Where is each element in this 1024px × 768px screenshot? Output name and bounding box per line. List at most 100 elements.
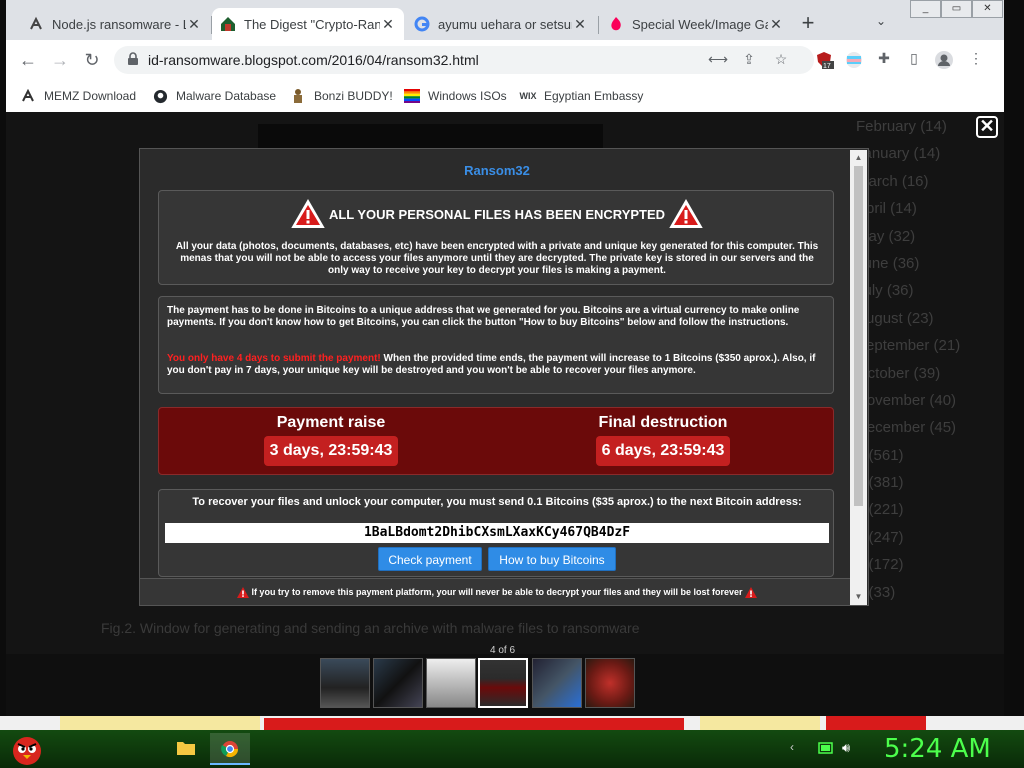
volume-icon[interactable]: 🔊︎ — [842, 740, 858, 756]
thumbnail-5[interactable] — [532, 658, 582, 708]
archive-item[interactable]: January (14) — [856, 145, 960, 172]
side-panel-icon[interactable]: ▯ — [904, 50, 924, 70]
window-close-button[interactable]: ✕ — [972, 0, 1003, 18]
how-to-buy-bitcoins-button[interactable]: How to buy Bitcoins — [488, 547, 616, 571]
tab-the-digest[interactable]: The Digest "Crypto-Ransom ✕ — [212, 8, 404, 40]
back-arrow-icon[interactable]: ← — [16, 48, 40, 72]
battery-tray-icon[interactable] — [818, 740, 834, 756]
new-tab-button[interactable]: + — [796, 12, 820, 36]
bookmark-label: Bonzi BUDDY! — [314, 89, 393, 103]
tray-chevron-icon[interactable]: ‹ — [790, 740, 806, 756]
bookmark-label: Malware Database — [176, 89, 277, 103]
archive-item[interactable]: November (40) — [856, 392, 960, 419]
thumbnail-6[interactable] — [585, 658, 635, 708]
thumbnail-1[interactable] — [320, 658, 370, 708]
scroll-down-arrow-icon[interactable]: ▼ — [850, 589, 867, 605]
removal-warning-footer: If you try to remove this payment platfo… — [140, 578, 854, 605]
archive-item[interactable]: 1 (172) — [856, 556, 960, 583]
scroll-up-arrow-icon[interactable]: ▲ — [850, 150, 867, 166]
archive-item[interactable]: July (36) — [856, 282, 960, 309]
blog-archive-list: February (14) January (14) March (16) Ap… — [856, 118, 960, 611]
archive-item[interactable]: 2 (33) — [856, 584, 960, 611]
rainbow-icon — [404, 88, 420, 104]
puzzle-extensions-icon[interactable]: ✚ — [874, 50, 894, 70]
bookmark-windows-isos[interactable]: Windows ISOs — [404, 86, 507, 106]
final-destruction-timer: Final destruction 6 days, 23:59:43 — [533, 414, 793, 466]
lightbox-close-button[interactable]: ✕ — [976, 116, 998, 138]
file-explorer-icon[interactable] — [176, 738, 196, 756]
start-button-angry-bird-icon[interactable] — [8, 731, 46, 767]
timer-value: 6 days, 23:59:43 — [595, 436, 731, 466]
close-icon[interactable]: ✕ — [186, 16, 202, 33]
bookmark-star-icon[interactable]: ☆ — [772, 51, 790, 69]
archive-item[interactable]: September (21) — [856, 337, 960, 364]
taskbar: ‹ 🔊︎ — [0, 730, 1024, 768]
avatar[interactable] — [934, 50, 954, 70]
browser-window: Node.js ransomware - LH ✕ The Digest "Cr… — [6, 0, 1004, 112]
minimize-button[interactable]: _ — [910, 0, 941, 18]
close-icon[interactable]: ✕ — [768, 16, 784, 33]
countdown-box: Payment raise 3 days, 23:59:43 Final des… — [158, 407, 834, 475]
wix-icon: WIX — [519, 91, 537, 101]
check-payment-button[interactable]: Check payment — [378, 547, 482, 571]
archive-item[interactable]: 3 (381) — [856, 474, 960, 501]
menu-kebab-icon[interactable]: ⋮ — [966, 50, 986, 70]
close-icon[interactable]: ✕ — [572, 16, 588, 33]
bookmark-bonzi-buddy[interactable]: Bonzi BUDDY! — [290, 86, 393, 106]
warning-icon — [669, 199, 703, 228]
taskbar-clock[interactable]: 5:24 AM — [884, 734, 991, 764]
bookmark-egyptian-embassy[interactable]: WIX Egyptian Embassy — [519, 86, 644, 106]
archive-item[interactable]: April (14) — [856, 200, 960, 227]
bookmark-label: Egyptian Embassy — [544, 89, 644, 103]
extension-badge: 17 — [823, 63, 831, 70]
address-bar[interactable]: id-ransomware.blogspot.com/2016/04/ranso… — [114, 46, 814, 74]
archive-item[interactable]: December (45) — [856, 419, 960, 446]
tab-nodejs-ransomware[interactable]: Node.js ransomware - LH ✕ — [20, 8, 210, 40]
warning-icon — [745, 587, 758, 599]
archive-item[interactable]: October (39) — [856, 365, 960, 392]
chrome-taskbar-button[interactable] — [210, 733, 250, 765]
scrollbar-thumb[interactable] — [854, 166, 863, 506]
thumbnail-4-current[interactable] — [478, 658, 528, 708]
tab-ayumu-uehara[interactable]: ayumu uehara or setsuna ✕ — [406, 8, 596, 40]
archive-item[interactable]: May (32) — [856, 228, 960, 255]
reload-icon[interactable]: ↻ — [80, 48, 104, 72]
profile-switch-icon[interactable] — [844, 50, 864, 70]
archive-item[interactable]: 0 (247) — [856, 529, 960, 556]
translate-icon[interactable]: ⟷ — [708, 51, 728, 69]
tab-title: Node.js ransomware - LH — [52, 16, 186, 32]
payment-instruction: To recover your files and unlock your co… — [192, 496, 802, 508]
archive-item[interactable]: 4 (221) — [856, 501, 960, 528]
warning-icon — [236, 587, 249, 599]
payment-raise-timer: Payment raise 3 days, 23:59:43 — [201, 414, 461, 466]
tab-strip: Node.js ransomware - LH ✕ The Digest "Cr… — [6, 0, 1004, 40]
tab-title: ayumu uehara or setsuna — [438, 16, 572, 32]
archive-item[interactable]: June (36) — [856, 255, 960, 282]
bitcoin-address-field[interactable]: 1BaLBdomt2DhibCXsmLXaxKCy467QB4DzF — [165, 523, 829, 543]
ransom-scrollbar[interactable]: ▲ ▼ — [850, 150, 867, 605]
lock-icon — [126, 52, 140, 66]
url-text: id-ransomware.blogspot.com/2016/04/ranso… — [148, 52, 479, 68]
footer-text: If you try to remove this payment platfo… — [251, 587, 743, 597]
timer-label: Final destruction — [598, 414, 728, 431]
close-icon[interactable]: ✕ — [380, 16, 396, 33]
tab-search-chevron-icon[interactable]: ⌄ — [876, 14, 886, 28]
thumbnail-2[interactable] — [373, 658, 423, 708]
share-icon[interactable]: ⇪ — [740, 51, 758, 69]
payment-info-box: The payment has to be done in Bitcoins t… — [158, 296, 834, 394]
timer-label: Payment raise — [276, 414, 386, 431]
archive-item[interactable]: August (23) — [856, 310, 960, 337]
bookmark-malware-database[interactable]: Malware Database — [152, 86, 276, 106]
shield-extension-icon[interactable]: 17 — [814, 50, 834, 70]
maximize-button[interactable]: ▭ — [941, 0, 972, 18]
thumbnail-3[interactable] — [426, 658, 476, 708]
bookmark-memz[interactable]: MEMZ Download — [20, 86, 136, 106]
tab-title: Special Week/Image Gall — [632, 16, 768, 32]
bookmark-label: MEMZ Download — [44, 89, 137, 103]
archive-item[interactable]: March (16) — [856, 173, 960, 200]
tab-special-week[interactable]: Special Week/Image Gall ✕ — [600, 8, 792, 40]
archive-item[interactable]: 7 (561) — [856, 447, 960, 474]
archive-item[interactable]: February (14) — [856, 118, 960, 145]
spider-icon — [20, 88, 36, 104]
forward-arrow-icon[interactable]: → — [48, 48, 72, 72]
